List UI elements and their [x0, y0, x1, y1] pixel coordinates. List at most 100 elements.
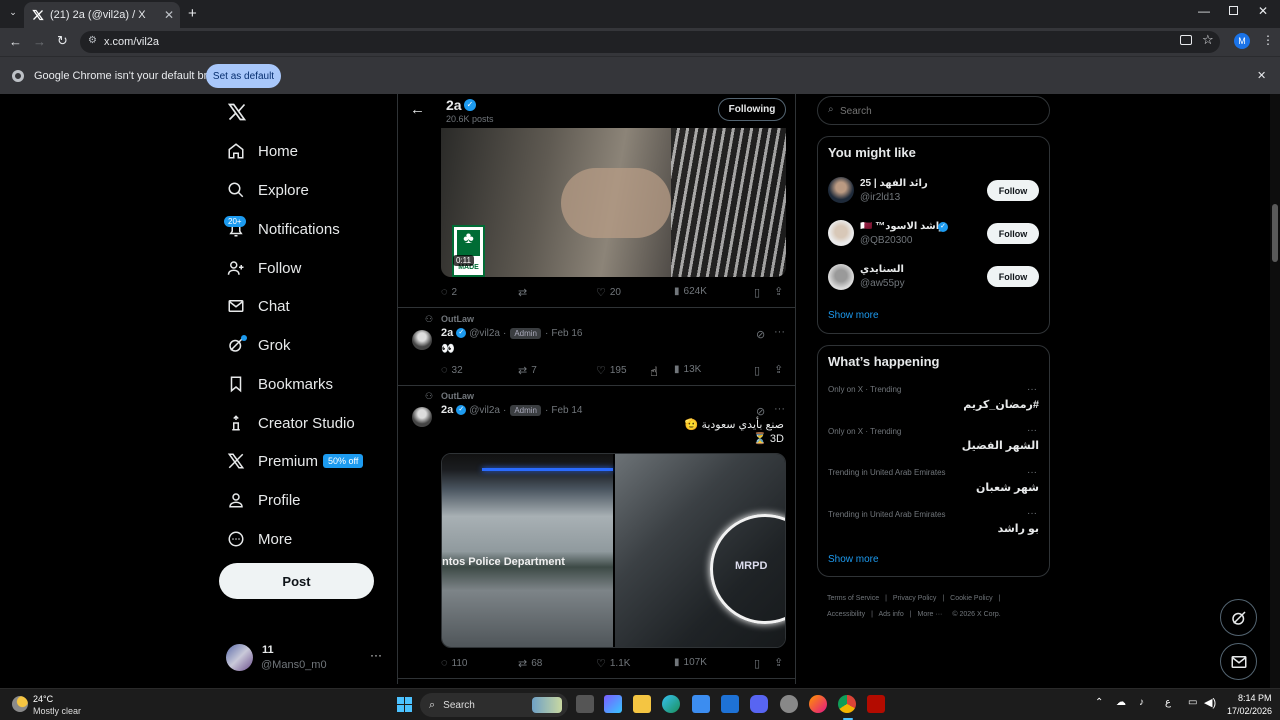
share-button[interactable]: ⇪	[774, 656, 783, 669]
footer-terms[interactable]: Terms of Service	[827, 595, 879, 602]
discord-icon[interactable]	[750, 695, 768, 713]
avatar[interactable]	[828, 220, 854, 246]
weather-icon[interactable]	[12, 696, 28, 712]
messages-floating-button[interactable]	[1220, 643, 1257, 680]
grok-floating-button[interactable]	[1220, 599, 1257, 636]
show-more-link[interactable]: Show more	[828, 554, 879, 565]
scrollbar-thumb[interactable]	[1272, 204, 1278, 262]
suggestion-name[interactable]: رائد الفهد | 25	[860, 178, 928, 189]
tray-cloud-icon[interactable]: ☁	[1116, 697, 1126, 708]
taskbar-search[interactable]: ⌕ Search	[420, 693, 568, 717]
page-scrollbar[interactable]	[1270, 94, 1280, 688]
new-tab-icon[interactable]: +	[188, 5, 197, 22]
follow-button[interactable]: Follow	[987, 223, 1039, 244]
tweet-image-left[interactable]: ntos Police Department	[442, 454, 613, 647]
suggestion-handle[interactable]: @QB20300	[860, 235, 912, 246]
restore-icon[interactable]	[1229, 6, 1238, 15]
file-explorer-icon[interactable]	[633, 695, 651, 713]
post-button[interactable]: Post	[219, 563, 374, 599]
following-button[interactable]: Following	[718, 98, 786, 121]
settings-gear-icon[interactable]	[780, 695, 798, 713]
sidebar-item-bookmarks[interactable]: Bookmarks	[226, 371, 333, 397]
footer-more[interactable]: More ···	[918, 611, 943, 618]
clock-date[interactable]: 17/02/2026	[1227, 706, 1272, 716]
bookmark-button[interactable]: ▯	[754, 286, 760, 299]
show-more-link[interactable]: Show more	[828, 310, 879, 321]
trend-more-icon[interactable]: ···	[1027, 425, 1037, 436]
footer-cookie[interactable]: Cookie Policy	[950, 595, 992, 602]
footer-ads-info[interactable]: Ads info	[878, 611, 903, 618]
bookmark-button[interactable]: ▯	[754, 657, 760, 670]
tweet-context[interactable]: OutLaw	[441, 391, 474, 401]
sidebar-item-profile[interactable]: Profile	[226, 487, 301, 513]
share-button[interactable]: ⇪	[774, 363, 783, 376]
install-app-icon[interactable]	[1180, 35, 1192, 45]
video-player[interactable]: ♣ MADE 0:11	[441, 128, 786, 277]
minimize-icon[interactable]: —	[1198, 4, 1210, 18]
store-icon[interactable]	[692, 695, 710, 713]
tweet-more-icon[interactable]: ···	[774, 326, 785, 338]
sidebar-item-grok[interactable]: Grok	[226, 332, 291, 358]
sidebar-item-home[interactable]: Home	[226, 138, 298, 164]
sidebar-item-creator-studio[interactable]: Creator Studio	[226, 410, 355, 436]
footer-privacy[interactable]: Privacy Policy	[893, 595, 937, 602]
like-button[interactable]: ♡ 195	[596, 364, 627, 377]
sidebar-item-follow[interactable]: Follow	[226, 255, 301, 281]
like-button[interactable]: ♡ 20	[596, 286, 621, 299]
back-arrow-icon[interactable]: ←	[9, 34, 22, 49]
search-input[interactable]	[840, 103, 1030, 119]
chrome-icon[interactable]	[838, 695, 856, 713]
avatar[interactable]	[828, 177, 854, 203]
infobar-close-icon[interactable]: ✕	[1257, 69, 1266, 82]
window-close-icon[interactable]: ✕	[1258, 4, 1268, 18]
account-switcher[interactable]: 11 @Mans0_m0 ···	[226, 642, 384, 674]
tweet-date[interactable]: Feb 16	[551, 328, 582, 339]
search-box[interactable]: ⌕	[817, 96, 1050, 125]
forward-arrow-icon[interactable]: →	[33, 34, 46, 49]
trend-more-icon[interactable]: ···	[1027, 508, 1037, 519]
profile-avatar[interactable]: M	[1234, 33, 1250, 49]
language-indicator[interactable]: ع	[1165, 697, 1171, 708]
chrome-menu-icon[interactable]: ⋮	[1262, 33, 1274, 47]
reload-icon[interactable]: ↻	[57, 33, 68, 49]
views-button[interactable]: ▮ 624K	[674, 286, 707, 297]
trend-more-icon[interactable]: ···	[1027, 467, 1037, 478]
trend-item[interactable]: بو راشد	[998, 522, 1039, 535]
set-default-button[interactable]: Set as default	[206, 64, 281, 88]
tweet-author-handle[interactable]: @vil2a	[469, 328, 500, 339]
adobe-acrobat-icon[interactable]	[867, 695, 885, 713]
sidebar-item-explore[interactable]: Explore	[226, 177, 309, 203]
x-logo[interactable]	[227, 102, 247, 122]
trend-more-icon[interactable]: ···	[1027, 384, 1037, 395]
volume-icon[interactable]: ◀)	[1204, 696, 1216, 709]
outlook-icon[interactable]	[721, 695, 739, 713]
follow-button[interactable]: Follow	[987, 180, 1039, 201]
tweet-more-icon[interactable]: ···	[774, 403, 785, 415]
retweet-button[interactable]: ⇄ 7	[518, 364, 537, 377]
network-icon[interactable]: ▭	[1188, 697, 1197, 708]
task-view-icon[interactable]	[576, 695, 594, 713]
tray-chevron-icon[interactable]: ⌃	[1095, 697, 1103, 708]
tweet-context[interactable]: OutLaw	[441, 314, 474, 324]
views-button[interactable]: ▮ 107K	[674, 657, 707, 668]
address-bar[interactable]: ⚙ x.com/vil2a	[80, 31, 1220, 53]
trend-item[interactable]: #رمضان_كريم	[963, 398, 1039, 411]
retweet-button[interactable]: ⇄	[518, 286, 527, 299]
views-button[interactable]: ▮ 13K	[674, 364, 701, 375]
tweet-image-right[interactable]: MRPD	[615, 454, 785, 647]
microphone-icon[interactable]: ♪	[1139, 697, 1144, 708]
sidebar-item-chat[interactable]: Chat	[226, 293, 290, 319]
avatar[interactable]	[828, 264, 854, 290]
suggestion-name[interactable]: السنايدي	[860, 264, 904, 275]
suggestion-name[interactable]: راشد الاسود™ 🇶🇦	[860, 221, 945, 232]
share-button[interactable]: ⇪	[774, 285, 783, 298]
copilot-icon[interactable]	[604, 695, 622, 713]
tweet-image-grid[interactable]: ntos Police Department MRPD	[441, 453, 786, 648]
sidebar-item-premium[interactable]: Premium	[226, 448, 318, 474]
bookmark-star-icon[interactable]: ☆	[1202, 32, 1214, 48]
browser-tab[interactable]: (21) 2a (@vil2a) / X ✕	[24, 2, 180, 28]
sidebar-item-more[interactable]: More	[226, 526, 292, 552]
reply-button[interactable]: ◌ 32	[441, 364, 463, 376]
avatar[interactable]	[412, 407, 432, 427]
grok-icon[interactable]: ⊘	[756, 405, 765, 418]
